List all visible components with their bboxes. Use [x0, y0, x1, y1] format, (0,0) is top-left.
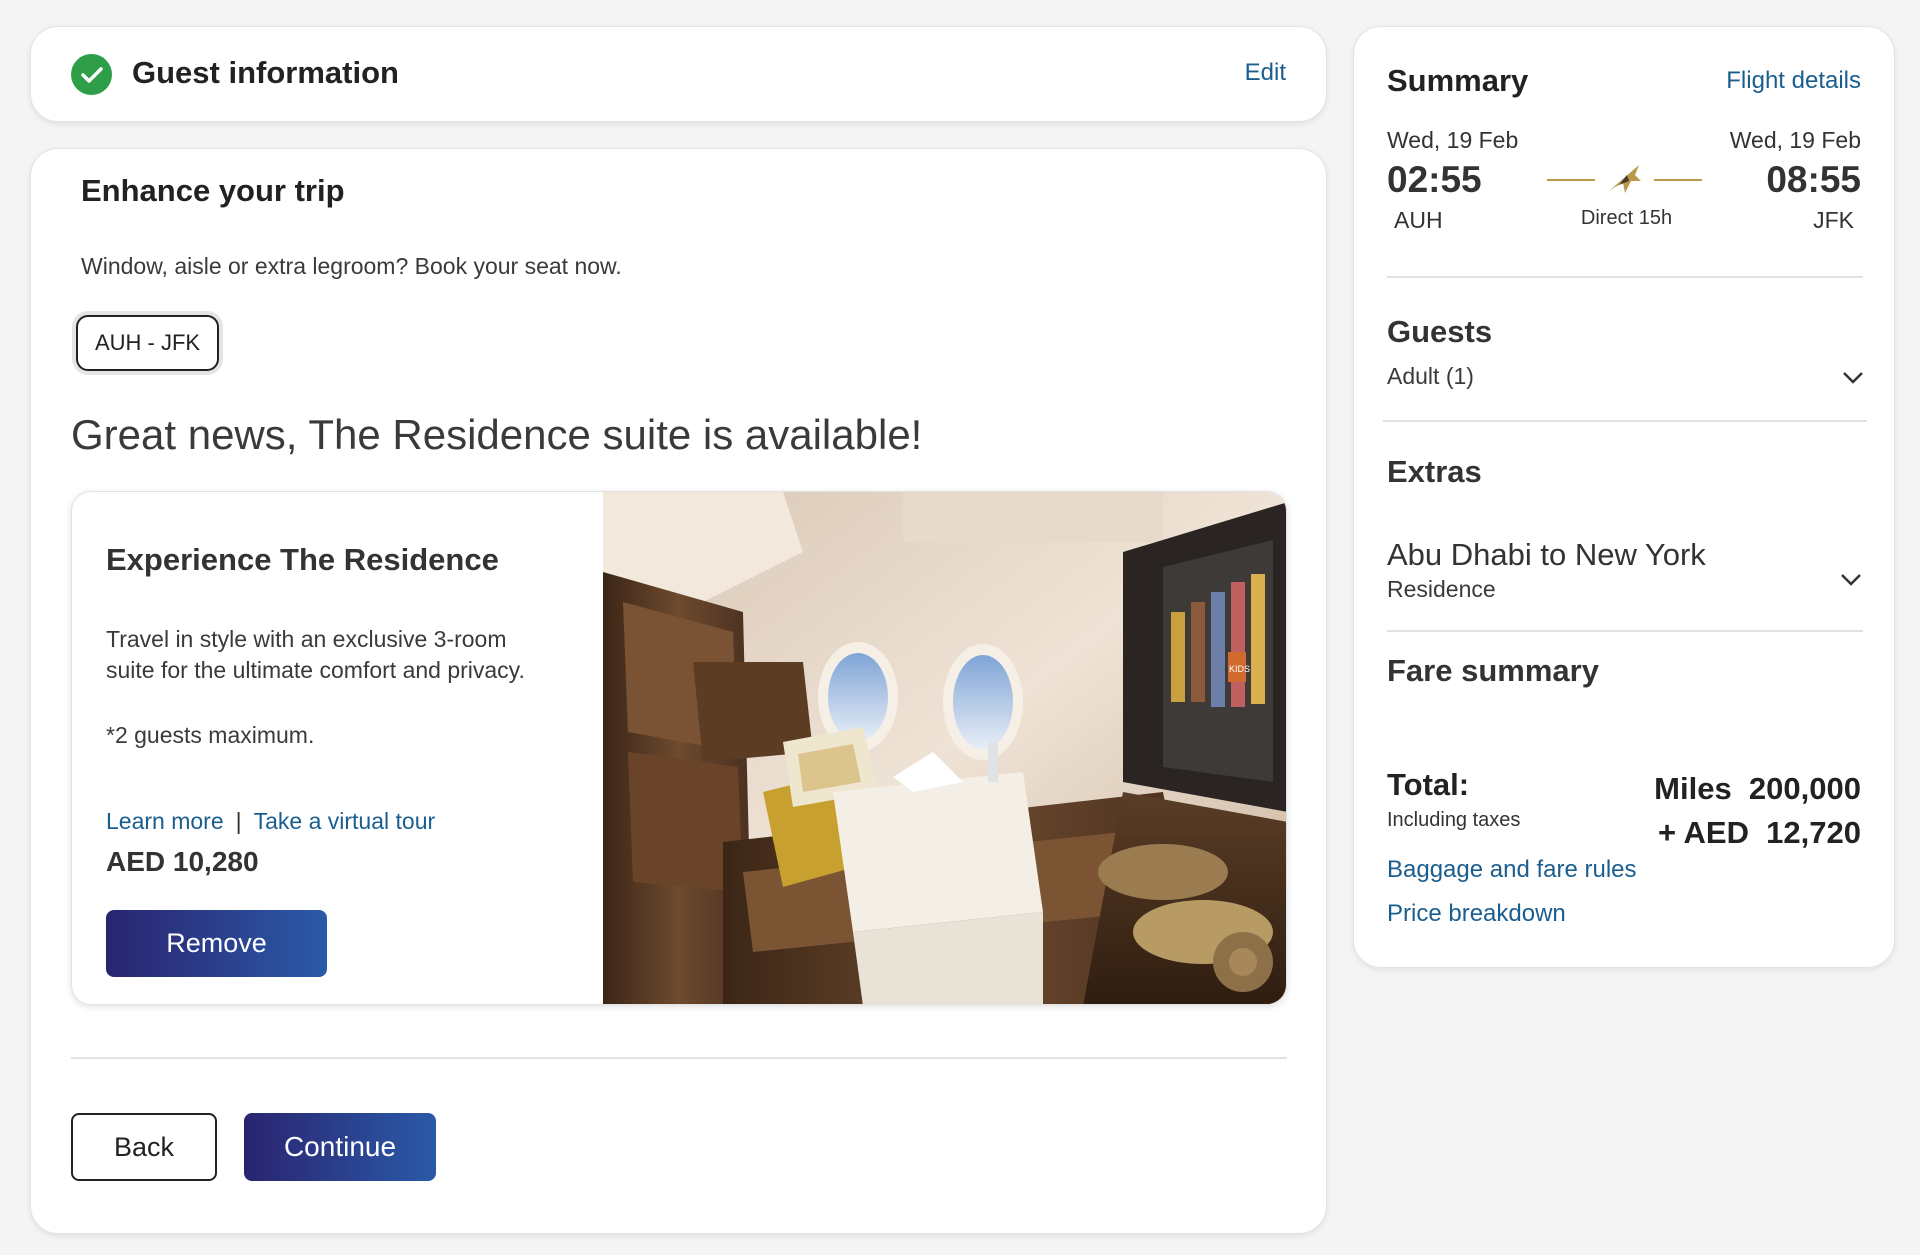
- offer-description: Travel in style with an exclusive 3-room…: [106, 626, 525, 683]
- chevron-down-icon[interactable]: [1842, 371, 1864, 385]
- residence-offer-card: Experience The Residence Travel in style…: [71, 491, 1287, 1005]
- extras-route: Abu Dhabi to New York: [1387, 537, 1706, 572]
- summary-divider: [1387, 276, 1863, 278]
- guest-information-card: Guest information Edit: [30, 26, 1327, 122]
- baggage-fare-rules-link[interactable]: Baggage and fare rules: [1387, 856, 1637, 884]
- arrival-code: JFK: [1813, 207, 1854, 233]
- offer-note: *2 guests maximum.: [106, 722, 315, 748]
- summary-title: Summary: [1387, 63, 1529, 98]
- check-circle-icon: [71, 54, 112, 95]
- enhance-trip-card: Enhance your trip Window, aisle or extra…: [30, 148, 1327, 1234]
- chevron-down-icon[interactable]: [1840, 573, 1862, 587]
- flight-duration: Direct 15h: [1580, 207, 1673, 229]
- departure-date: Wed, 19 Feb: [1387, 127, 1519, 153]
- guests-value: Adult (1): [1387, 363, 1474, 389]
- extras-item: Residence: [1387, 576, 1496, 602]
- summary-divider: [1387, 630, 1863, 632]
- fare-summary-title: Fare summary: [1387, 653, 1599, 688]
- total-miles: Miles 200,000: [1654, 771, 1861, 806]
- flight-line-left: [1547, 179, 1595, 181]
- total-subtext: Including taxes: [1387, 809, 1521, 831]
- route-tab-auh-jfk[interactable]: AUH - JFK: [76, 315, 219, 371]
- tv-kids-badge: KIDS: [1229, 664, 1250, 674]
- flight-line-right: [1654, 179, 1702, 181]
- total-aed: + AED 12,720: [1657, 815, 1861, 850]
- extras-title: Extras: [1387, 454, 1482, 489]
- enhance-subtitle: Window, aisle or extra legroom? Book you…: [81, 253, 622, 279]
- availability-headline: Great news, The Residence suite is avail…: [71, 411, 923, 458]
- continue-button[interactable]: Continue: [244, 1113, 436, 1181]
- guest-information-title: Guest information: [132, 55, 399, 90]
- edit-link[interactable]: Edit: [1245, 59, 1286, 87]
- enhance-title: Enhance your trip: [81, 173, 345, 208]
- learn-more-link[interactable]: Learn more: [106, 808, 224, 834]
- link-separator: |: [235, 808, 242, 834]
- offer-title: Experience The Residence: [106, 542, 499, 577]
- enhance-divider: [71, 1057, 1287, 1059]
- virtual-tour-link[interactable]: Take a virtual tour: [254, 808, 436, 834]
- total-label: Total:: [1387, 767, 1470, 802]
- price-breakdown-link[interactable]: Price breakdown: [1387, 900, 1566, 928]
- back-button[interactable]: Back: [71, 1113, 217, 1181]
- remove-button[interactable]: Remove: [106, 910, 327, 977]
- plane-icon: [1609, 165, 1641, 193]
- departure-time: 02:55: [1387, 159, 1482, 200]
- offer-price: AED 10,280: [106, 846, 259, 877]
- flight-details-link[interactable]: Flight details: [1726, 67, 1861, 95]
- departure-code: AUH: [1394, 207, 1443, 233]
- summary-card: Summary Flight details Wed, 19 Feb 02:55…: [1353, 26, 1895, 968]
- arrival-date: Wed, 19 Feb: [1729, 127, 1861, 153]
- residence-suite-image: KIDS: [603, 492, 1286, 1004]
- arrival-time: 08:55: [1766, 159, 1861, 200]
- summary-divider: [1383, 420, 1867, 422]
- offer-links: Learn more | Take a virtual tour: [106, 808, 435, 835]
- guests-title: Guests: [1387, 314, 1493, 349]
